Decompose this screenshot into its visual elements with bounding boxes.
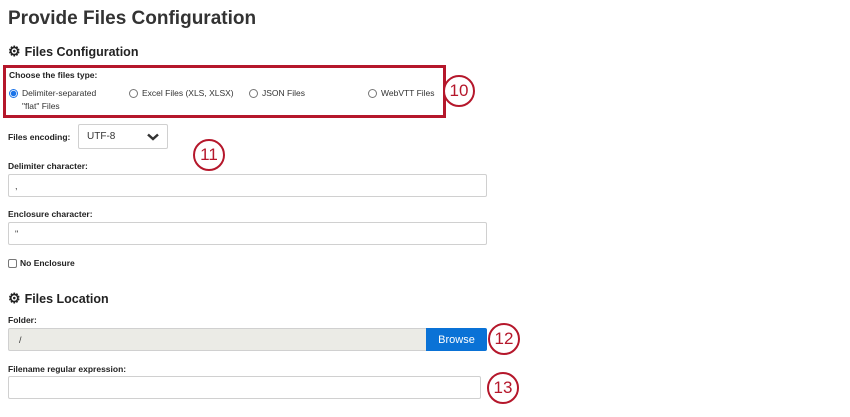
radio-button[interactable] — [368, 89, 377, 98]
files-location-heading: ⚙ Files Location — [8, 290, 109, 306]
radio-button[interactable] — [129, 89, 138, 98]
gear-icon: ⚙ — [8, 43, 21, 59]
callout-10: 10 — [443, 75, 475, 107]
callout-13: 13 — [487, 372, 519, 404]
radio-button[interactable] — [249, 89, 258, 98]
encoding-select[interactable]: UTF-8 — [78, 124, 168, 149]
folder-label: Folder: — [8, 315, 37, 325]
delimiter-label: Delimiter character: — [8, 161, 88, 171]
files-configuration-heading: ⚙ Files Configuration — [8, 43, 139, 59]
enclosure-label: Enclosure character: — [8, 209, 93, 219]
regex-input[interactable] — [8, 376, 481, 399]
no-enclosure-option[interactable]: No Enclosure — [8, 258, 75, 268]
delimiter-input[interactable]: , — [8, 174, 487, 197]
page-title: Provide Files Configuration — [8, 8, 257, 29]
radio-json-files[interactable]: JSON Files — [249, 88, 305, 98]
callout-11: 11 — [193, 139, 225, 171]
radio-webvtt-files[interactable]: WebVTT Files — [368, 88, 435, 98]
regex-label: Filename regular expression: — [8, 364, 127, 374]
browse-button[interactable]: Browse — [426, 328, 487, 351]
chevron-down-icon — [147, 133, 159, 141]
radio-button[interactable] — [9, 89, 18, 98]
encoding-label: Files encoding: — [8, 132, 71, 142]
enclosure-input[interactable]: " — [8, 222, 487, 245]
gear-icon: ⚙ — [8, 290, 21, 306]
folder-input[interactable]: / — [8, 328, 427, 351]
radio-excel-files[interactable]: Excel Files (XLS, XLSX) — [129, 88, 234, 98]
radio-delimiter-separated[interactable]: Delimiter-separated "flat" Files — [9, 88, 96, 113]
file-type-label: Choose the files type: — [9, 70, 98, 80]
no-enclosure-checkbox[interactable] — [8, 258, 17, 268]
callout-12: 12 — [488, 323, 520, 355]
